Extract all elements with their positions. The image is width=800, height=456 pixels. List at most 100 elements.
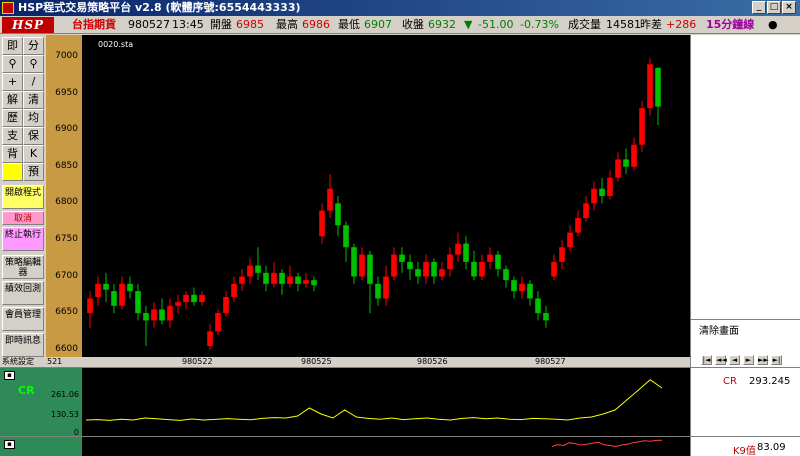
clear-screen-button[interactable]: 清除畫面 [699, 322, 739, 337]
x-tick-label: 980527 [535, 357, 566, 366]
period-selector[interactable]: 15分鐘線 [706, 16, 754, 34]
candle-body [271, 272, 277, 284]
trendline-icon[interactable]: / [23, 73, 44, 91]
x-axis: 系統設定 521 980522 980525 980526 980527 [2, 357, 690, 367]
x-tick-label: 980526 [417, 357, 448, 366]
candle-body [487, 254, 493, 262]
k-line-button[interactable]: K [23, 145, 44, 163]
preset-button[interactable]: 預 [23, 163, 44, 181]
volume-value: 14581 [606, 18, 641, 31]
candle-body [127, 283, 133, 292]
candle-body [559, 247, 565, 262]
clear-button[interactable]: 清 [23, 91, 44, 109]
back-icon[interactable]: ◄ [729, 355, 740, 365]
candle-body [151, 309, 157, 321]
candle-body [551, 261, 557, 277]
background-button[interactable]: 背 [2, 145, 23, 163]
k9-line-svg [551, 439, 663, 448]
maximize-button[interactable]: □ [767, 1, 781, 14]
k9-panel-label: ▪ [0, 437, 82, 456]
member-manage-button[interactable]: 會員管理 [2, 307, 44, 331]
quote-time: 13:45 [172, 18, 204, 31]
y-tick-label: 6800 [55, 197, 78, 208]
close-button[interactable]: × [782, 1, 796, 14]
y-tick-label: 6700 [55, 270, 78, 281]
y-tick-label: 6850 [55, 160, 78, 171]
strategy-editor-button[interactable]: 策略編輯器 [2, 255, 44, 279]
last-page-icon[interactable]: ►| [771, 355, 782, 365]
candle-body [351, 247, 357, 277]
cr-scale-mid: 130.53 [51, 410, 79, 419]
minute-button[interactable]: 分 [23, 37, 44, 55]
high-value: 6986 [302, 18, 330, 31]
y-axis-strip: 7000 6950 6900 6850 6800 6750 6700 6650 6600 [46, 35, 82, 365]
stop-exec-button[interactable]: 終止執行 [2, 227, 44, 251]
candlestick-svg: 0020.sta70006950690068506800675067006650… [87, 40, 661, 350]
open-strategy-button[interactable]: 開啟程式 [2, 185, 44, 209]
forward-icon[interactable]: ► [743, 355, 754, 365]
candle-body [327, 188, 333, 211]
candle-body [415, 269, 421, 277]
fast-forward-icon[interactable]: ►► [757, 355, 769, 365]
panel-menu-icon[interactable]: ▪ [4, 440, 15, 449]
candle-body [511, 280, 517, 292]
panel-menu-icon[interactable]: ▪ [4, 371, 15, 380]
candle-body [239, 276, 245, 284]
candle-body [263, 272, 269, 284]
down-arrow-icon: ▼ [464, 18, 473, 31]
cr-chart[interactable] [82, 368, 690, 436]
candle-body [279, 272, 285, 284]
explain-button[interactable]: 解 [2, 91, 23, 109]
realtime-info-button[interactable]: 即時訊息 [2, 333, 44, 357]
cr-series-line [85, 379, 663, 421]
realtime-button[interactable]: 即 [2, 37, 23, 55]
window-title: HSP程式交易策略平台 v2.8 (軟體序號:6554443333) [18, 1, 301, 14]
candle-body [247, 265, 253, 277]
volume-label: 成交量 [568, 18, 601, 31]
candle-body [647, 64, 653, 109]
candle-body [335, 203, 341, 226]
x-tick-label: 521 [47, 357, 63, 366]
quote-bar: HSP 台指期貨 980527 13:45 開盤 6985 最高 6986 最低… [0, 16, 800, 34]
zoom-out-icon[interactable]: ⚲ [23, 55, 44, 73]
price-chart[interactable]: 0020.sta70006950690068506800675067006650… [82, 35, 690, 357]
crosshair-icon[interactable]: + [2, 73, 23, 91]
status-dot-icon: ● [768, 18, 778, 31]
cr-info: CR 293.245 [690, 368, 800, 436]
color-swatch-button[interactable] [2, 163, 23, 181]
first-page-icon[interactable]: |◄ [701, 355, 712, 365]
close-value: 6932 [428, 18, 456, 31]
backtest-button[interactable]: 績效回測 [2, 281, 44, 305]
candle-body [223, 296, 229, 314]
zoom-in-icon[interactable]: ⚲ [2, 55, 23, 73]
cr-scale-high: 261.06 [51, 390, 79, 399]
k9-series-line [551, 439, 663, 448]
candle-body [599, 188, 605, 196]
candle-body [191, 294, 197, 303]
keep-button[interactable]: 保 [23, 127, 44, 145]
minimize-button[interactable]: _ [752, 1, 766, 14]
title-bar: HSP程式交易策略平台 v2.8 (軟體序號:6554443333) _ □ × [0, 0, 800, 16]
candle-body [631, 144, 637, 167]
product-name[interactable]: 台指期貨 [72, 16, 116, 34]
candle-body [615, 159, 621, 178]
x-tick-label: 980522 [182, 357, 213, 366]
candle-body [399, 254, 405, 262]
candle-body [519, 283, 525, 292]
support-button[interactable]: 支 [2, 127, 23, 145]
system-settings-button[interactable]: 系統設定 [2, 357, 46, 367]
series-label: 0020.sta [98, 40, 133, 49]
candle-body [135, 291, 141, 314]
candle-body [231, 283, 237, 297]
cr-line-svg [85, 379, 663, 421]
history-button[interactable]: 歷 [2, 109, 23, 127]
average-button[interactable]: 均 [23, 109, 44, 127]
cr-label: CR [723, 376, 737, 387]
k9-chart[interactable] [82, 437, 690, 456]
candle-body [655, 67, 661, 107]
quote-date: 980527 [128, 18, 170, 31]
fast-back-icon[interactable]: ◄◄ [715, 355, 727, 365]
cancel-button[interactable]: 取消 [2, 211, 44, 225]
hsp-logo: HSP [2, 17, 54, 33]
candle-body [567, 232, 573, 248]
